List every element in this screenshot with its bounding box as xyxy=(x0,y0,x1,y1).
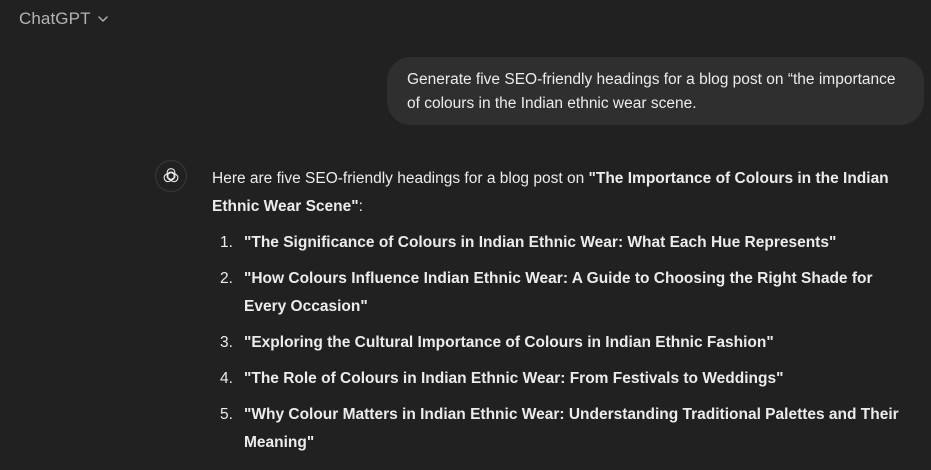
list-item: 4. "The Role of Colours in Indian Ethnic… xyxy=(212,365,917,393)
list-item: 5. "Why Colour Matters in Indian Ethnic … xyxy=(212,401,917,457)
assistant-intro: Here are five SEO-friendly headings for … xyxy=(212,165,917,221)
heading-text: "Why Colour Matters in Indian Ethnic Wea… xyxy=(244,406,899,451)
heading-text: "The Role of Colours in Indian Ethnic We… xyxy=(244,370,784,387)
intro-suffix: : xyxy=(358,198,363,215)
model-selector[interactable]: ChatGPT xyxy=(19,8,109,30)
assistant-message: Here are five SEO-friendly headings for … xyxy=(212,165,917,465)
chevron-down-icon xyxy=(97,13,109,25)
user-message: Generate five SEO-friendly headings for … xyxy=(387,57,924,125)
list-number: 4. xyxy=(220,370,233,387)
heading-text: "How Colours Influence Indian Ethnic Wea… xyxy=(244,270,873,315)
user-message-text: Generate five SEO-friendly headings for … xyxy=(407,71,896,112)
list-number: 3. xyxy=(220,334,233,351)
intro-prefix: Here are five SEO-friendly headings for … xyxy=(212,170,589,187)
list-number: 5. xyxy=(220,406,233,423)
model-name: ChatGPT xyxy=(19,9,91,28)
list-number: 2. xyxy=(220,270,233,287)
list-number: 1. xyxy=(220,234,233,251)
chat-window: ChatGPT Generate five SEO-friendly headi… xyxy=(0,0,931,470)
openai-logo-icon xyxy=(155,160,187,192)
list-item: 2. "How Colours Influence Indian Ethnic … xyxy=(212,265,917,321)
heading-text: "Exploring the Cultural Importance of Co… xyxy=(244,334,774,351)
list-item: 3. "Exploring the Cultural Importance of… xyxy=(212,329,917,357)
list-item: 1. "The Significance of Colours in India… xyxy=(212,229,917,257)
headings-list: 1. "The Significance of Colours in India… xyxy=(212,229,917,457)
heading-text: "The Significance of Colours in Indian E… xyxy=(244,234,837,251)
